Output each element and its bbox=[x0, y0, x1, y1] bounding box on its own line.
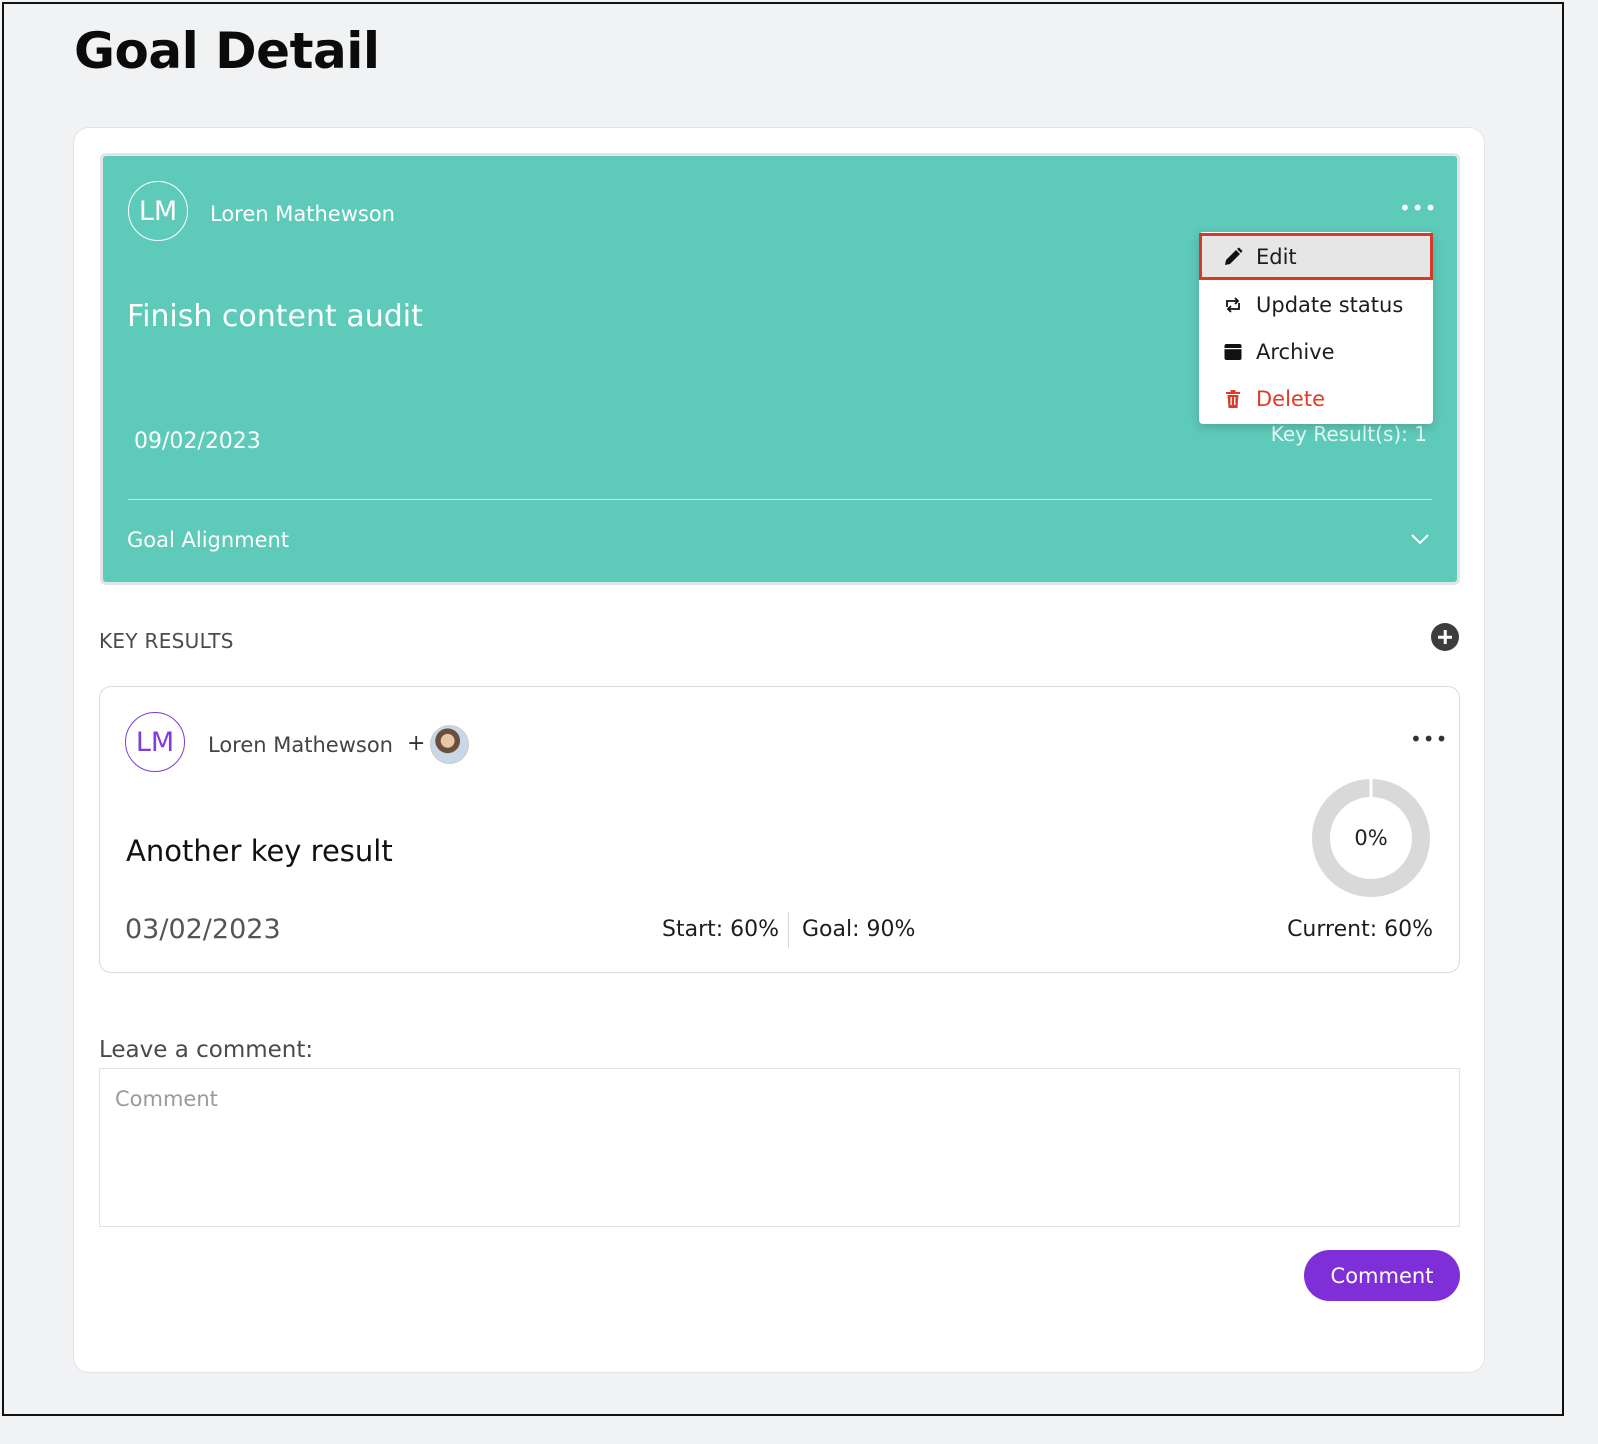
collaborator-avatar[interactable] bbox=[430, 725, 469, 764]
key-result-owner-name: Loren Mathewson bbox=[208, 733, 393, 757]
key-result-current: Current: 60% bbox=[1287, 917, 1433, 942]
progress-ring-label: 0% bbox=[1354, 826, 1388, 850]
comment-button[interactable]: Comment bbox=[1304, 1250, 1460, 1301]
repeat-icon bbox=[1222, 294, 1244, 316]
key-result-title: Another key result bbox=[126, 834, 393, 868]
goal-more-options-icon[interactable]: ••• bbox=[1399, 196, 1437, 220]
goal-title: Finish content audit bbox=[127, 299, 423, 334]
menu-item-label: Delete bbox=[1256, 386, 1325, 411]
chevron-down-icon[interactable] bbox=[1409, 528, 1431, 550]
comment-label: Leave a comment: bbox=[99, 1037, 314, 1063]
menu-item-update-status[interactable]: Update status bbox=[1199, 281, 1433, 328]
divider bbox=[128, 499, 1432, 500]
archive-icon bbox=[1222, 341, 1244, 363]
menu-item-label: Edit bbox=[1256, 244, 1297, 269]
key-result-card[interactable]: LM Loren Mathewson + ••• Another key res… bbox=[99, 686, 1460, 973]
page-title: Goal Detail bbox=[74, 22, 380, 80]
goal-date: 09/02/2023 bbox=[134, 429, 261, 454]
trash-icon bbox=[1222, 388, 1244, 410]
comment-input[interactable] bbox=[99, 1068, 1460, 1227]
key-result-more-options-icon[interactable]: ••• bbox=[1410, 727, 1448, 751]
key-result-goal: Goal: 90% bbox=[802, 917, 916, 942]
menu-item-delete[interactable]: Delete bbox=[1199, 375, 1433, 422]
pencil-icon bbox=[1222, 246, 1244, 268]
menu-item-archive[interactable]: Archive bbox=[1199, 328, 1433, 375]
key-results-heading: KEY RESULTS bbox=[99, 629, 234, 653]
avatar[interactable]: LM bbox=[125, 712, 185, 772]
goal-owner-name: Loren Mathewson bbox=[210, 202, 395, 226]
menu-item-label: Update status bbox=[1256, 292, 1404, 317]
menu-item-label: Archive bbox=[1256, 339, 1335, 364]
key-result-date: 03/02/2023 bbox=[125, 914, 281, 945]
goal-actions-menu: Edit Update status Archive Delete bbox=[1199, 232, 1433, 424]
menu-item-edit[interactable]: Edit bbox=[1199, 233, 1433, 280]
add-key-result-icon[interactable] bbox=[1431, 623, 1459, 651]
divider bbox=[788, 912, 789, 948]
avatar[interactable]: LM bbox=[128, 181, 188, 241]
goal-key-results-count: Key Result(s): 1 bbox=[1270, 422, 1427, 446]
plus-icon: + bbox=[407, 731, 426, 756]
key-result-start: Start: 60% bbox=[662, 917, 780, 942]
goal-alignment-label[interactable]: Goal Alignment bbox=[127, 528, 289, 552]
